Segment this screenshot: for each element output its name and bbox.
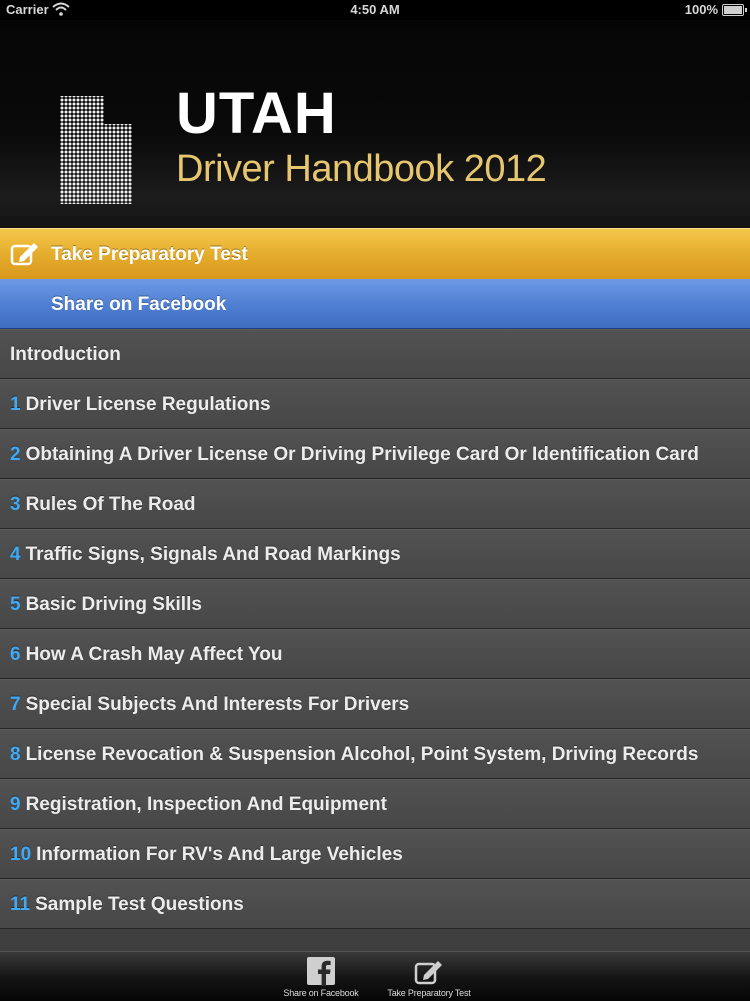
chapter-title: Special Subjects And Interests For Drive… xyxy=(25,694,410,715)
chapter-title: Basic Driving Skills xyxy=(25,594,202,615)
chapter-title: License Revocation & Suspension Alcohol,… xyxy=(25,744,699,765)
chapter-item-9[interactable]: 9 Registration, Inspection And Equipment xyxy=(0,779,750,829)
take-preparatory-test-button[interactable]: Take Preparatory Test xyxy=(0,228,750,280)
chapter-item-4[interactable]: 4 Traffic Signs, Signals And Road Marking… xyxy=(0,529,750,579)
battery-icon xyxy=(722,4,747,16)
chapter-item-3[interactable]: 3 Rules Of The Road xyxy=(0,479,750,529)
chapter-item-11[interactable]: 11 Sample Test Questions xyxy=(0,879,750,929)
app-title: UTAH xyxy=(176,81,337,146)
take-preparatory-test-label: Take Preparatory Test xyxy=(51,244,248,265)
chapter-title: Sample Test Questions xyxy=(35,894,244,915)
chapter-number: 1 xyxy=(10,394,21,415)
tab-share-on-facebook[interactable]: Share on Facebook xyxy=(266,952,376,1001)
edit-pencil-icon xyxy=(10,243,38,266)
chapter-number: 7 xyxy=(10,694,21,715)
status-bar: Carrier 4:50 AM 100% xyxy=(0,0,750,20)
chapter-number: 10 xyxy=(10,844,32,865)
tab-take-preparatory-test[interactable]: Take Preparatory Test xyxy=(374,952,484,1001)
chapter-title: Traffic Signs, Signals And Road Markings xyxy=(25,544,401,565)
app-subtitle: Driver Handbook 2012 xyxy=(176,148,547,190)
chapter-item-introduction[interactable]: Introduction xyxy=(0,329,750,379)
chapter-title: How A Crash May Affect You xyxy=(25,644,283,665)
chapter-title: Registration, Inspection And Equipment xyxy=(25,794,387,815)
chapter-number: 11 xyxy=(10,894,31,915)
chapter-number: 9 xyxy=(10,794,21,815)
chapter-title: Information For RV's And Large Vehicles xyxy=(36,844,403,865)
share-on-facebook-label: Share on Facebook xyxy=(51,294,227,315)
edit-pencil-icon xyxy=(414,961,442,985)
chapter-number: 3 xyxy=(10,494,21,515)
bottom-tab-bar: Share on Facebook Take Preparatory Test xyxy=(0,951,750,1001)
facebook-icon xyxy=(307,957,335,986)
chapter-title: Obtaining A Driver License Or Driving Pr… xyxy=(25,444,699,465)
status-time: 4:50 AM xyxy=(350,2,400,17)
chapter-number: 5 xyxy=(10,594,21,615)
chapter-title: Driver License Regulations xyxy=(25,394,271,415)
chapter-item-6[interactable]: 6 How A Crash May Affect You xyxy=(0,629,750,679)
chapter-number: 4 xyxy=(10,544,21,565)
chapter-item-2[interactable]: 2 Obtaining A Driver License Or Driving P… xyxy=(0,429,750,479)
chapter-item-8[interactable]: 8 License Revocation & Suspension Alcohol… xyxy=(0,729,750,779)
chapter-item-7[interactable]: 7 Special Subjects And Interests For Driv… xyxy=(0,679,750,729)
header-banner: UTAH Driver Handbook 2012 xyxy=(0,20,750,228)
chapter-title: Introduction xyxy=(10,344,121,365)
chapter-list: Introduction 1 Driver License Regulations… xyxy=(0,329,750,929)
chapter-item-10[interactable]: 10 Information For RV's And Large Vehicle… xyxy=(0,829,750,879)
tab-label: Share on Facebook xyxy=(283,988,359,998)
share-on-facebook-button[interactable]: Share on Facebook xyxy=(0,279,750,329)
chapter-item-1[interactable]: 1 Driver License Regulations xyxy=(0,379,750,429)
tab-label: Take Preparatory Test xyxy=(387,988,471,998)
chapter-number: 8 xyxy=(10,744,21,765)
chapter-number: 2 xyxy=(10,444,21,465)
chapter-title: Rules Of The Road xyxy=(25,494,196,515)
utah-state-shape-icon xyxy=(60,96,132,204)
chapter-number: 6 xyxy=(10,644,21,665)
battery-percent: 100% xyxy=(684,2,718,17)
chapter-item-5[interactable]: 5 Basic Driving Skills xyxy=(0,579,750,629)
